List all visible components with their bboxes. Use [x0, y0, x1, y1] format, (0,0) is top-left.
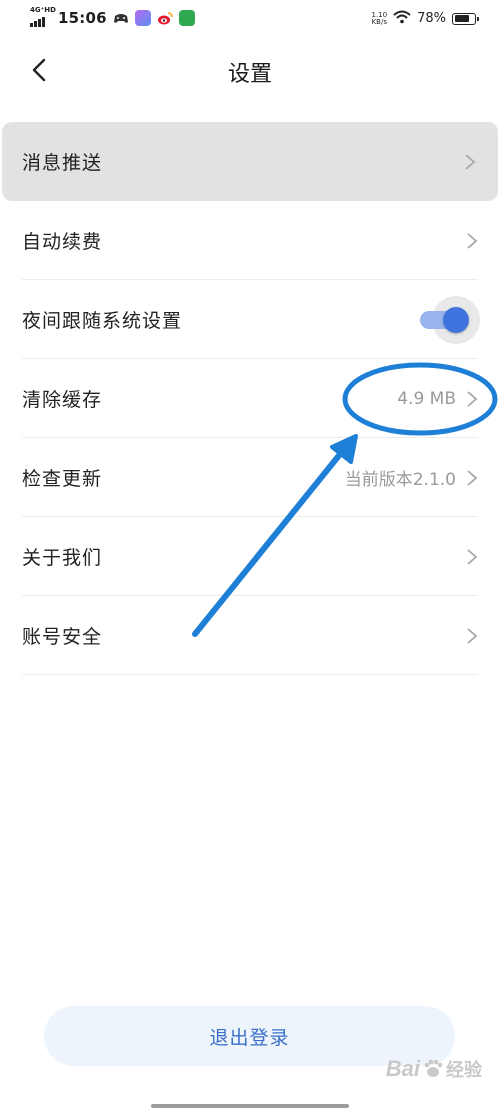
battery-percent: 78%	[417, 11, 446, 26]
page-title: 设置	[227, 62, 272, 87]
weibo-icon	[157, 10, 173, 26]
settings-item-label: 账号安全	[22, 626, 103, 648]
settings-item-night-mode: 夜间跟随系统设置	[0, 280, 500, 359]
clock: 15:06	[58, 9, 107, 27]
settings-item-label: 清除缓存	[22, 389, 103, 411]
cache-size: 4.9 MB	[397, 388, 456, 409]
status-bar-right: 1.10 KB/s 78%	[371, 9, 479, 28]
wechat-app-icon	[178, 10, 195, 26]
settings-item-auto-renew[interactable]: 自动续费	[0, 201, 500, 280]
battery-icon	[452, 12, 479, 25]
settings-item-label: 检查更新	[22, 468, 103, 490]
chevron-right-icon	[467, 390, 478, 407]
game-controller-icon	[112, 10, 129, 26]
settings-item-about-us[interactable]: 关于我们	[0, 517, 500, 596]
app-icon	[134, 10, 151, 26]
settings-item-clear-cache[interactable]: 清除缓存 4.9 MB	[0, 359, 500, 438]
settings-list: 消息推送 自动续费 夜间跟随系统设置 清除缓存 4.9 MB 检查更新 当前版本…	[0, 122, 500, 675]
current-version: 当前版本2.1.0	[344, 470, 456, 490]
settings-item-check-update[interactable]: 检查更新 当前版本2.1.0	[0, 438, 500, 517]
status-bar: 4G⁺HD 15:06 1.10 KB/s 78%	[0, 0, 500, 38]
chevron-right-icon	[465, 153, 476, 170]
chevron-right-icon	[467, 232, 478, 249]
settings-item-label: 自动续费	[22, 231, 103, 253]
network-type: 4G⁺HD	[30, 6, 56, 14]
settings-item-label: 夜间跟随系统设置	[22, 310, 183, 332]
signal-icon: 4G⁺HD	[30, 6, 56, 28]
chevron-right-icon	[467, 469, 478, 486]
app-header: 设置	[0, 44, 500, 96]
settings-item-message-push[interactable]: 消息推送	[2, 122, 498, 201]
chevron-right-icon	[467, 548, 478, 565]
settings-item-account-security[interactable]: 账号安全	[0, 596, 500, 675]
wifi-icon	[393, 9, 411, 28]
status-bar-left: 4G⁺HD 15:06	[30, 6, 195, 28]
baidu-jingyan-watermark: Bai 经验	[385, 1056, 482, 1081]
night-mode-toggle[interactable]	[420, 290, 486, 350]
logout-label: 退出登录	[209, 1026, 290, 1049]
network-speed: 1.10 KB/s	[371, 10, 388, 26]
chevron-right-icon	[467, 627, 478, 644]
paw-icon	[424, 1059, 443, 1077]
settings-item-label: 消息推送	[22, 152, 103, 174]
home-indicator[interactable]	[151, 1104, 349, 1108]
settings-item-label: 关于我们	[22, 547, 103, 569]
